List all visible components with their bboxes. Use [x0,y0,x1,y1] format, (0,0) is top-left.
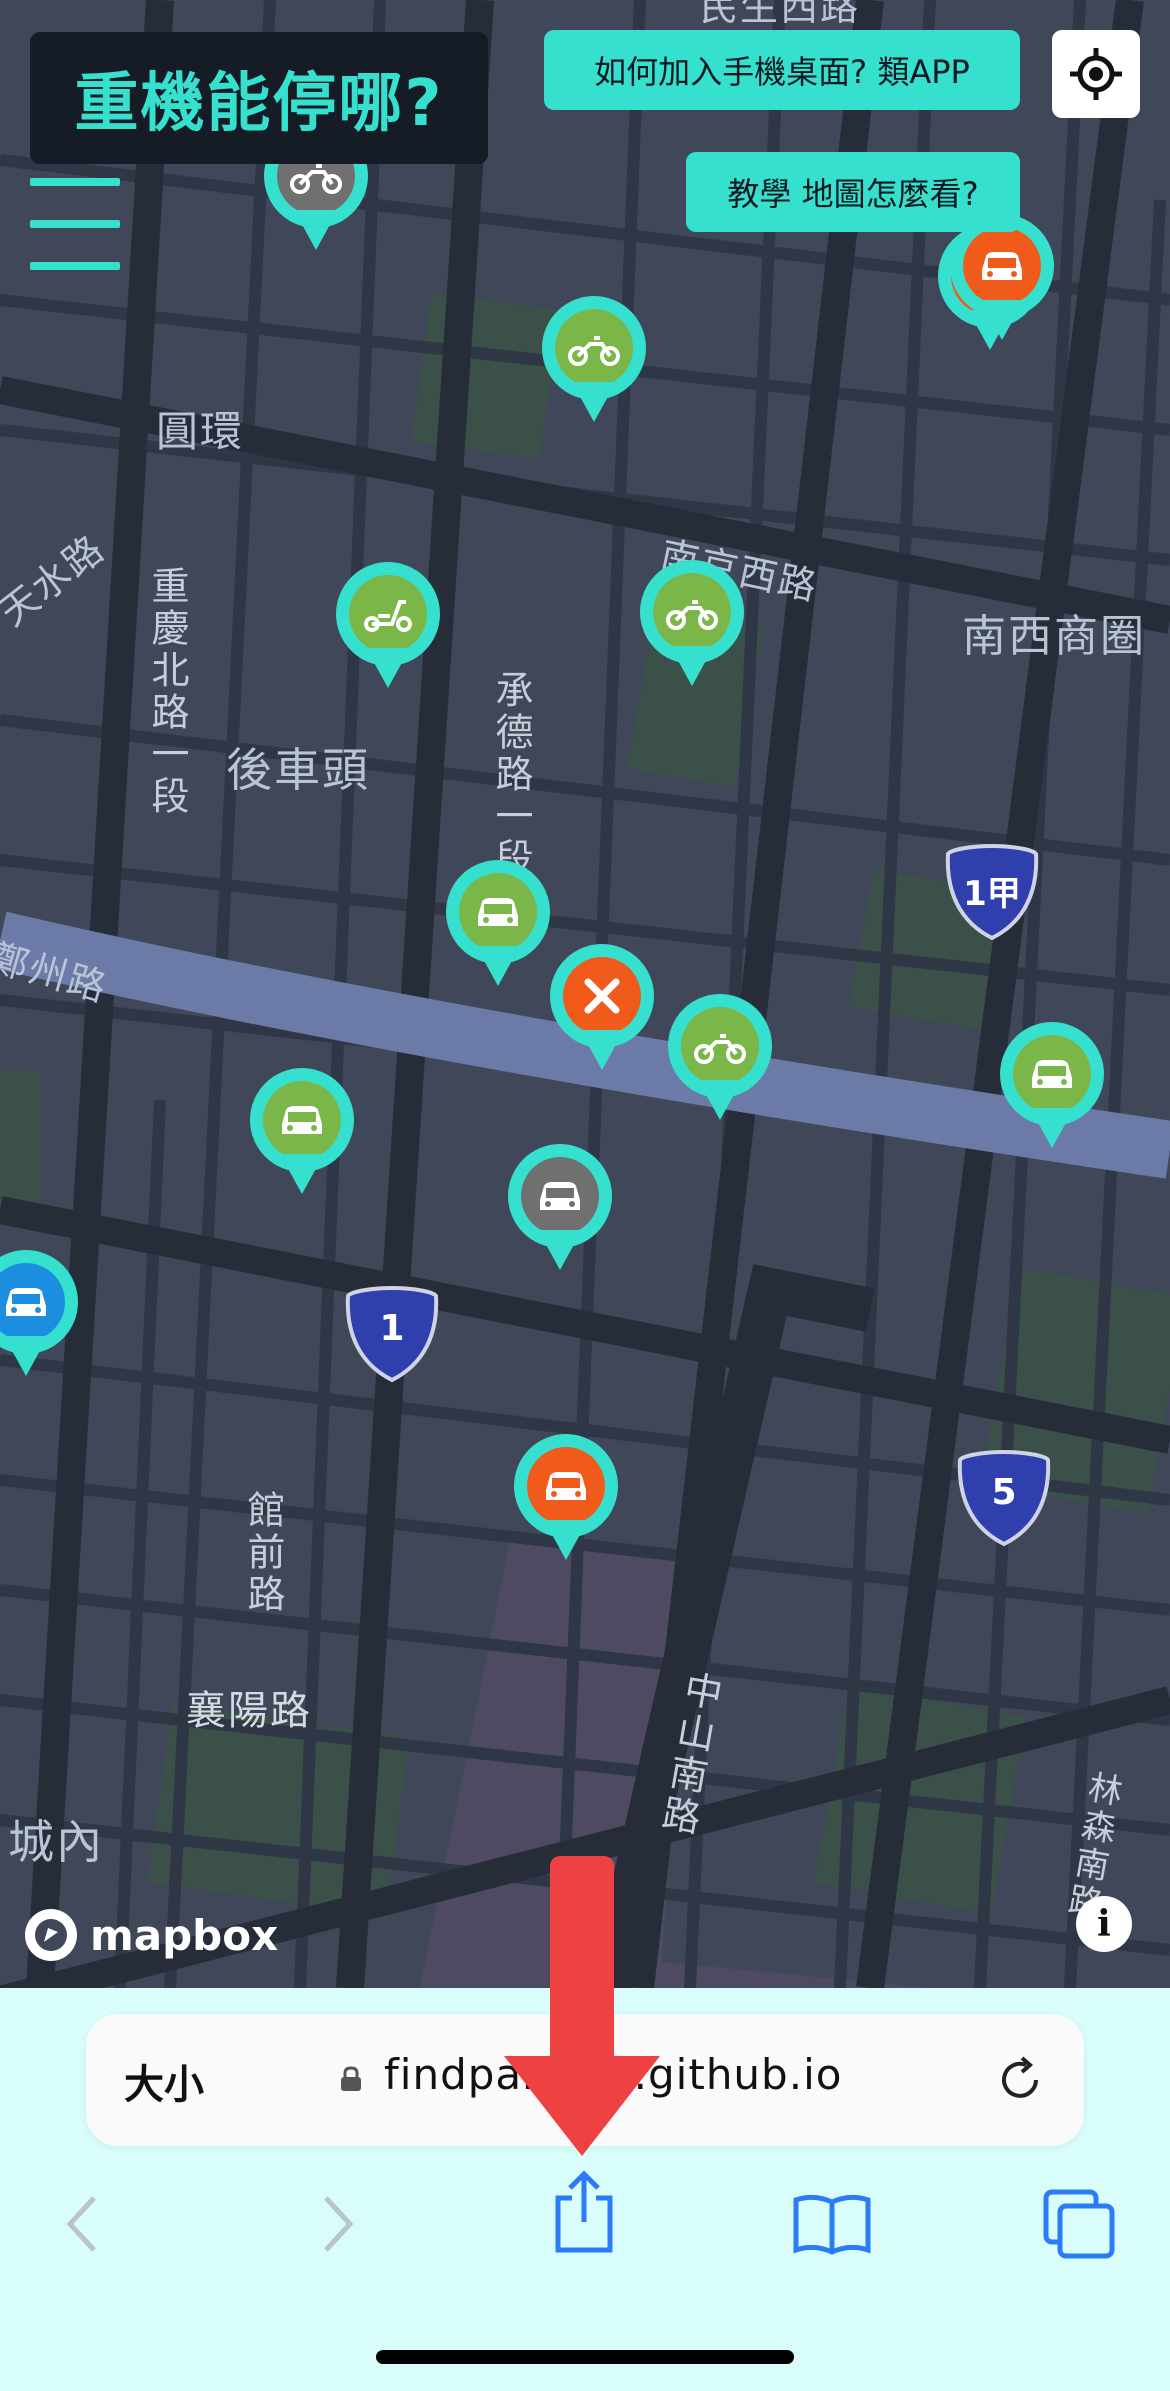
annotation-arrow [504,1856,660,2156]
info-button[interactable]: i [1076,1896,1132,1952]
car-icon [1032,1060,1072,1088]
car-icon [540,1182,580,1210]
mapbox-wordmark: mapbox [90,1910,279,1960]
marker-car-blue[interactable] [0,1250,78,1380]
menu-icon-bar [30,262,120,270]
route-shield-1a: 1甲 [944,842,1040,942]
car-icon [6,1288,46,1316]
car-icon [282,1106,322,1134]
marker-car-orange[interactable] [950,214,1054,344]
menu-button[interactable] [30,178,120,270]
route-shield-5: 5 [956,1448,1052,1548]
motorcycle-icon [568,336,620,366]
menu-icon-bar [30,220,120,228]
close-icon [584,978,620,1014]
menu-icon-bar [30,178,120,186]
label-yuanhuan: 圓環 [156,407,245,456]
marker-motorcycle-green-1[interactable] [542,296,646,426]
marker-car-gray[interactable] [508,1144,612,1274]
app-title: 重機能停哪? [30,32,488,164]
text-size-button[interactable]: 大小 [124,2052,204,2110]
info-icon: i [1097,1903,1111,1945]
map-view[interactable]: 圓環 天水路 南京西路 南西商圈 後車頭 重慶北路一段 承德路一段 鄭州路 館前… [0,0,1170,1988]
add-to-home-button[interactable]: 如何加入手機桌面? 類APP [544,30,1020,110]
marker-closed-orange[interactable] [550,944,654,1074]
marker-scooter-green[interactable] [336,562,440,692]
home-indicator [376,2350,794,2364]
crosshair-icon [1070,48,1122,100]
marker-motorcycle-green-2[interactable] [640,560,744,690]
motorcycle-icon [694,1034,746,1064]
share-icon[interactable] [552,2168,616,2254]
route-shield-1a-label: 1甲 [963,874,1021,914]
car-icon [546,1472,586,1500]
scooter-icon [364,600,412,632]
marker-car-green-3[interactable] [250,1068,354,1198]
label-chengnei: 城內 [8,1815,104,1869]
bookmarks-icon[interactable] [792,2192,872,2256]
label-nanxi: 南西商圈 [962,611,1146,662]
label-guanqian: 館前路 [241,1490,285,1616]
lock-icon [341,2066,361,2091]
route-shield-1-label: 1 [379,1308,405,1349]
app-title-text: 重機能停哪? [74,67,444,141]
label-chongqing: 重慶北路一段 [145,566,189,818]
marker-car-green-1[interactable] [446,860,550,990]
car-icon [982,252,1022,280]
locate-button[interactable] [1052,30,1140,118]
mapbox-logo: mapbox [22,1906,278,1964]
label-xiangyang: 襄陽路 [186,1688,312,1734]
label-houchetou: 後車頭 [226,743,370,797]
marker-motorcycle-green-3[interactable] [668,994,772,1124]
route-shield-5-label: 5 [991,1472,1017,1513]
back-icon[interactable] [62,2194,102,2254]
reload-icon[interactable] [992,2052,1048,2108]
tutorial-button[interactable]: 教學 地圖怎麼看? [686,152,1020,232]
tabs-icon[interactable] [1042,2188,1116,2260]
route-shield-1: 1 [344,1284,440,1384]
label-chengde: 承德路一段 [489,670,533,880]
mapbox-icon [25,1909,77,1961]
marker-car-green-2[interactable] [1000,1022,1104,1152]
marker-car-orange-2[interactable] [514,1434,618,1564]
motorcycle-icon [666,600,718,630]
forward-icon[interactable] [318,2194,358,2254]
label-minsheng: 民生西路 [700,0,861,29]
car-icon [478,898,518,926]
